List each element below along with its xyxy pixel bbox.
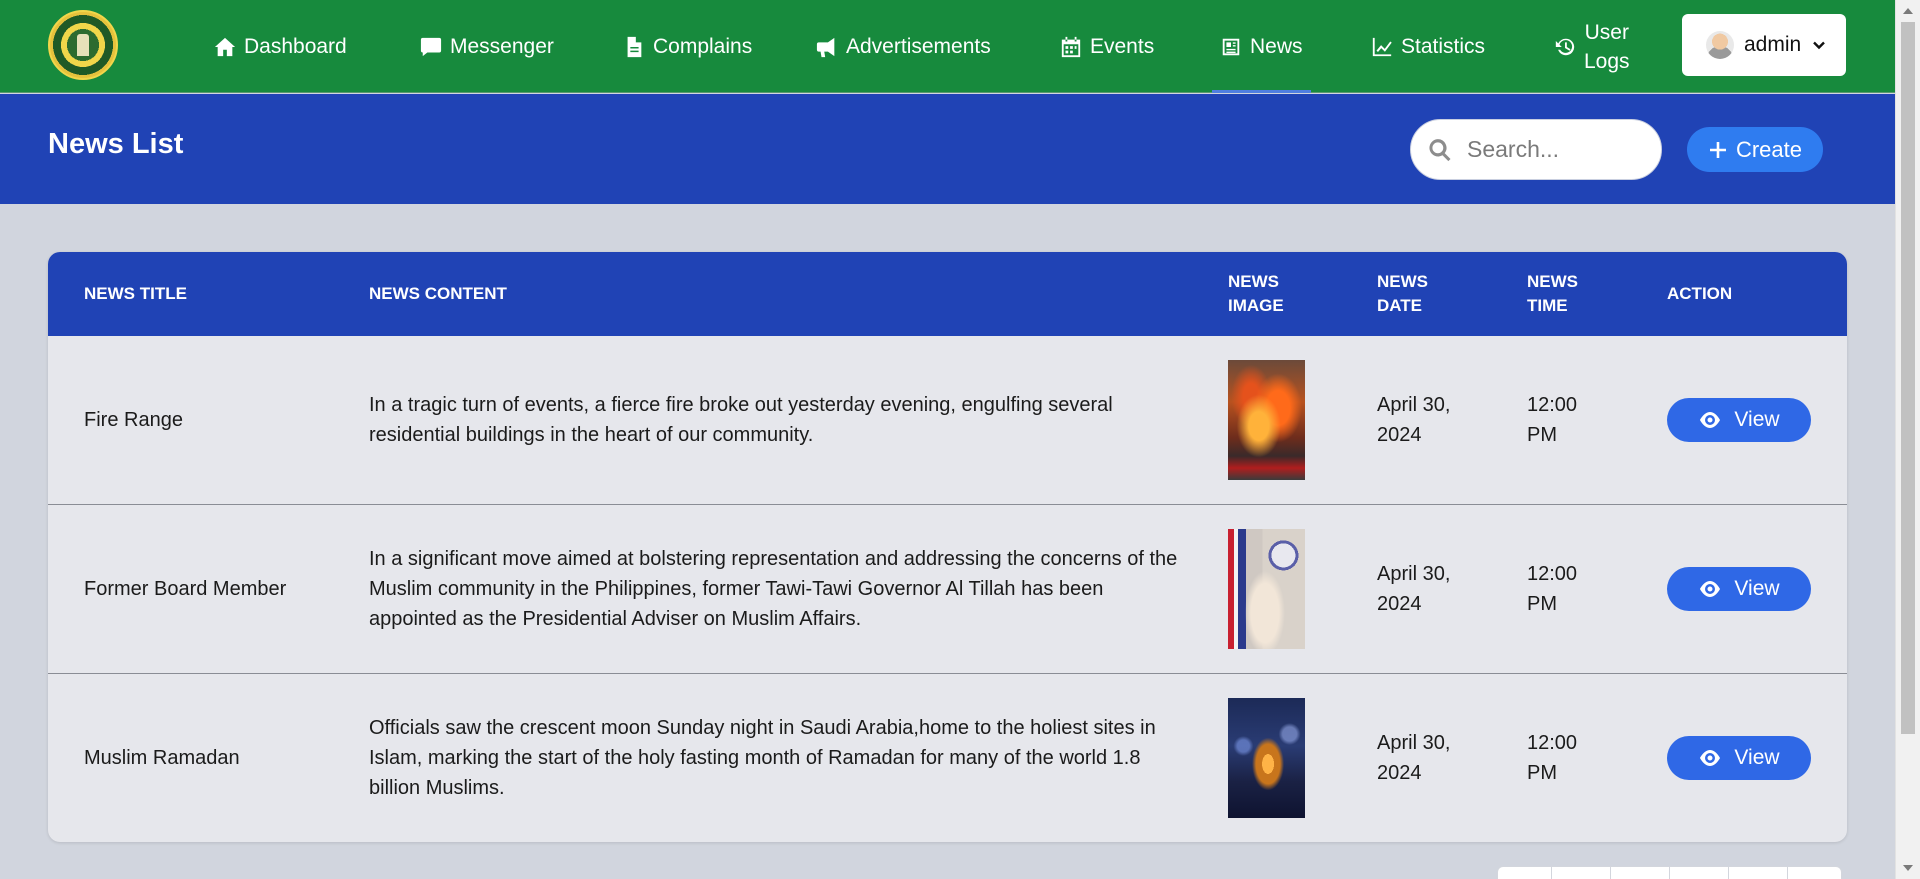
nav-label-messenger: Messenger (450, 34, 554, 58)
top-navbar: Dashboard Messenger Complains Advertisem… (0, 0, 1895, 93)
news-time: 12:00 PM (1527, 394, 1578, 446)
nav-item-messenger[interactable]: Messenger (420, 0, 554, 93)
pagination-button[interactable] (1610, 866, 1670, 879)
home-icon (214, 37, 236, 56)
create-label: Create (1735, 136, 1803, 162)
news-title: Muslim Ramadan (84, 747, 240, 769)
chevron-down-icon (1813, 41, 1826, 50)
news-image-fire (1228, 360, 1305, 480)
search-box[interactable] (1410, 119, 1662, 180)
pagination-button[interactable] (1669, 866, 1729, 879)
avatar (1706, 31, 1734, 59)
news-image-ramadan (1228, 698, 1305, 818)
line-chart-icon (1372, 37, 1392, 56)
logo-emblem (77, 34, 89, 56)
nav-item-complains[interactable]: Complains (623, 0, 752, 93)
view-label: View (1734, 746, 1780, 769)
eye-icon (1700, 412, 1721, 428)
news-date: April 30, 2024 (1377, 563, 1451, 615)
scroll-up-arrow-icon[interactable] (1903, 8, 1913, 14)
column-header-title: NEWS TITLE (84, 284, 187, 303)
newspaper-icon (1222, 38, 1240, 55)
column-header-image: NEWS IMAGE (1228, 272, 1284, 315)
table-row: Muslim Ramadan Officials saw the crescen… (48, 674, 1847, 842)
scroll-down-arrow-icon[interactable] (1903, 865, 1913, 871)
nav-label-user-logs-line2: Logs (1584, 49, 1630, 73)
table-header: NEWS TITLE NEWS CONTENT NEWS IMAGE NEWS DA… (48, 252, 1847, 336)
news-image-board (1228, 529, 1305, 649)
search-icon (1429, 138, 1451, 161)
column-header-time: NEWS TIME (1527, 272, 1578, 315)
news-content: In a significant move aimed at bolsterin… (369, 548, 1178, 630)
nav-label-complains: Complains (653, 34, 753, 58)
column-header-date: NEWS DATE (1377, 272, 1428, 315)
pagination-button[interactable] (1497, 866, 1552, 879)
nav-label-dashboard: Dashboard (244, 34, 347, 58)
megaphone-icon (816, 37, 835, 57)
news-table: NEWS TITLE NEWS CONTENT NEWS IMAGE NEWS DA… (48, 252, 1847, 842)
page-header: News List Create (0, 94, 1895, 204)
account-dropdown[interactable]: admin (1682, 14, 1846, 76)
scrollbar-thumb[interactable] (1901, 22, 1915, 734)
view-label: View (1734, 408, 1780, 431)
news-title: Fire Range (84, 409, 183, 431)
table-row: Former Board Member In a significant mov… (48, 505, 1847, 674)
history-icon (1555, 38, 1575, 55)
create-button[interactable]: Create (1687, 127, 1823, 172)
news-title: Former Board Member (84, 578, 287, 600)
eye-icon (1700, 581, 1721, 597)
search-input[interactable] (1467, 136, 1647, 163)
news-time: 12:00 PM (1527, 732, 1578, 784)
nav-label-statistics: Statistics (1401, 34, 1486, 58)
news-date: April 30, 2024 (1377, 732, 1451, 784)
pagination-button[interactable] (1787, 866, 1842, 879)
message-icon (420, 37, 442, 56)
view-button[interactable]: View (1667, 398, 1811, 442)
nav-label-user-logs-line1: User (1584, 20, 1629, 44)
page-title: News List (48, 128, 184, 160)
nav-label-advertisements: Advertisements (846, 34, 991, 58)
news-content: Officials saw the crescent moon Sunday n… (369, 717, 1156, 799)
table-row: Fire Range In a tragic turn of events, a… (48, 336, 1847, 505)
nav-label-news: News (1250, 34, 1303, 58)
pagination (1497, 866, 1842, 879)
column-header-content: NEWS CONTENT (369, 284, 507, 303)
view-button[interactable]: View (1667, 736, 1811, 780)
column-header-action: ACTION (1667, 284, 1733, 303)
news-date: April 30, 2024 (1377, 394, 1451, 446)
news-time: 12:00 PM (1527, 563, 1578, 615)
plus-icon (1709, 141, 1726, 158)
eye-icon (1700, 750, 1721, 766)
view-button[interactable]: View (1667, 567, 1811, 611)
nav-item-user-logs[interactable]: User Logs (1554, 0, 1630, 93)
view-label: View (1734, 577, 1780, 600)
vertical-scrollbar[interactable] (1895, 0, 1920, 879)
nav-label-events: Events (1090, 34, 1155, 58)
document-icon (627, 36, 642, 57)
municipality-logo[interactable] (48, 10, 118, 80)
account-username: admin (1744, 33, 1802, 56)
nav-item-events[interactable]: Events (1060, 0, 1154, 93)
calendar-icon (1061, 36, 1081, 57)
nav-item-news[interactable]: News (1212, 0, 1310, 93)
pagination-button[interactable] (1551, 866, 1611, 879)
nav-item-advertisements[interactable]: Advertisements (816, 0, 991, 93)
pagination-button[interactable] (1728, 866, 1788, 879)
nav-item-dashboard[interactable]: Dashboard (214, 0, 347, 93)
news-content: In a tragic turn of events, a fierce fir… (369, 394, 1113, 446)
nav-item-statistics[interactable]: Statistics (1371, 0, 1485, 93)
